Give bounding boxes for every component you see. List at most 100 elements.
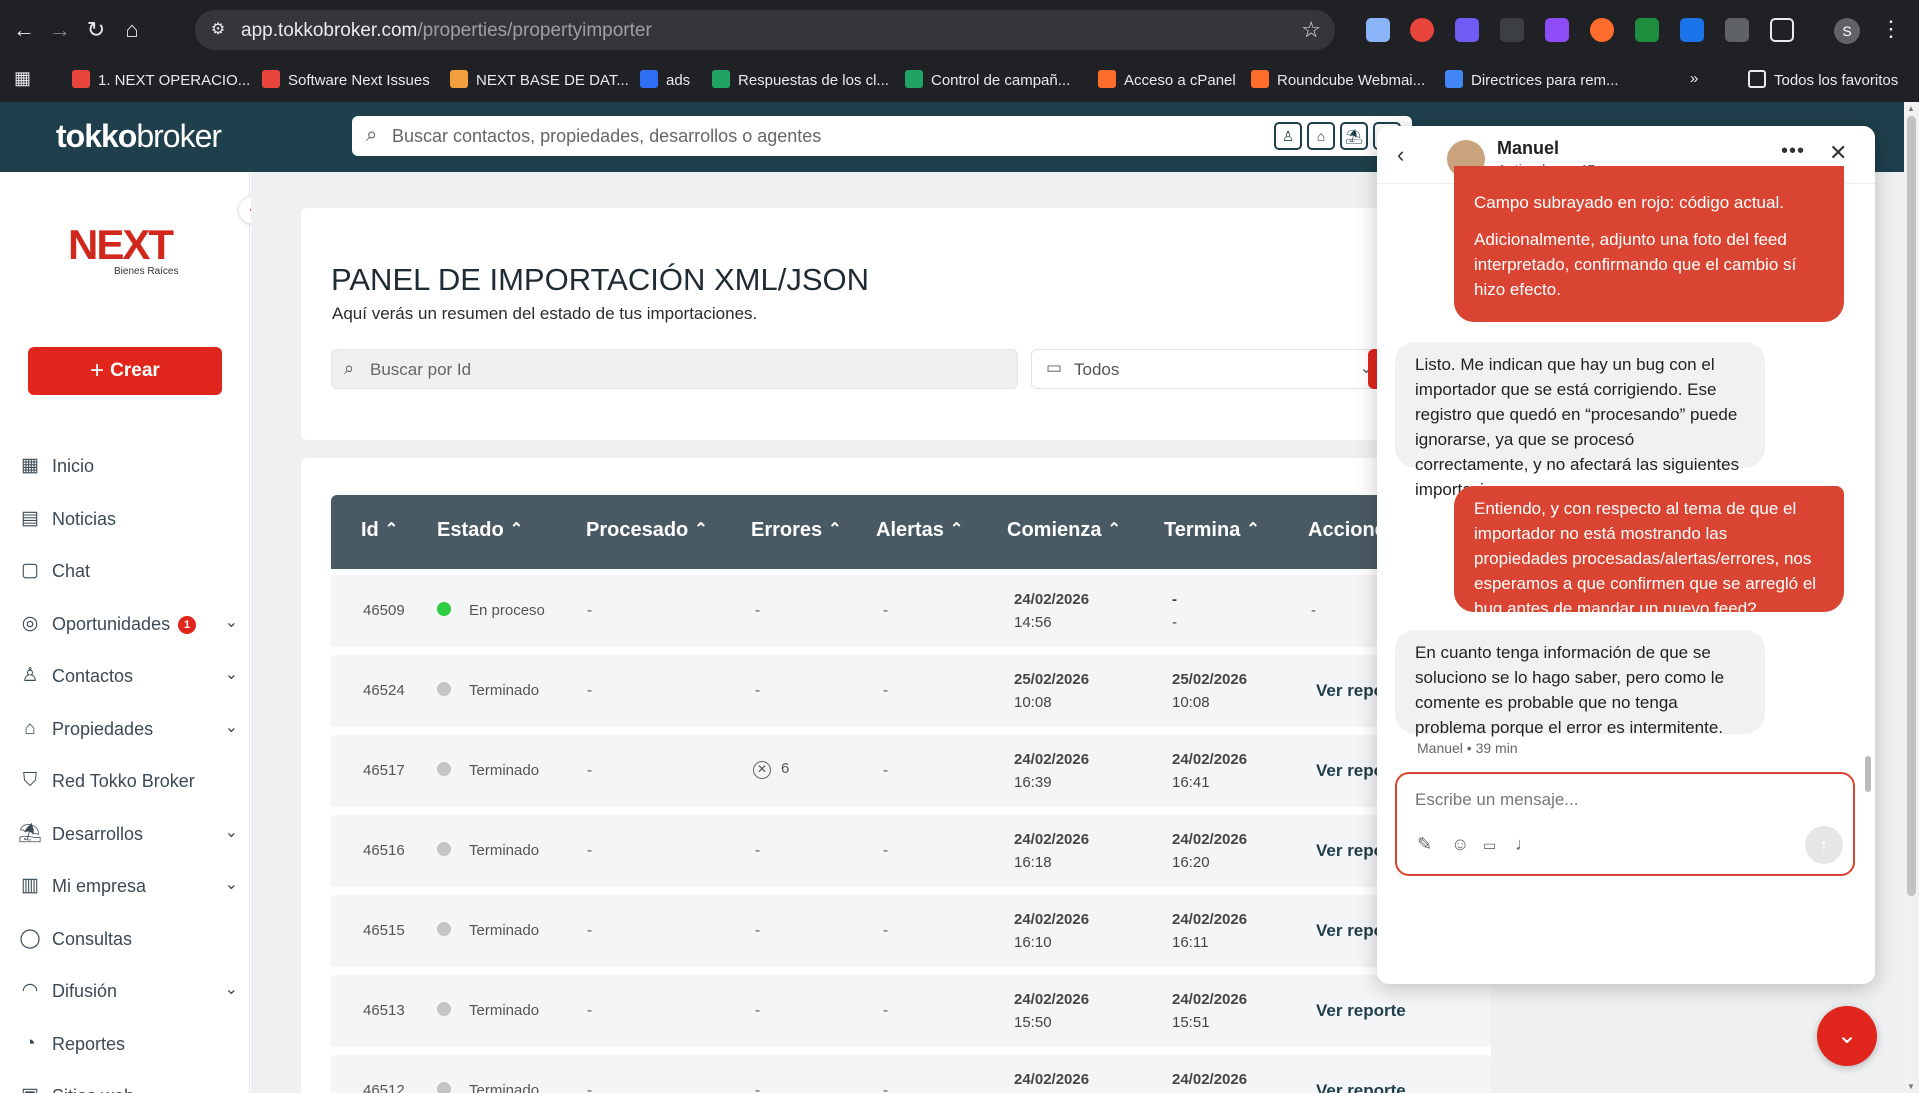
minimize-chat-chevron-icon[interactable]: ⌄ — [1817, 1006, 1877, 1066]
create-button[interactable]: + Crear — [28, 347, 222, 395]
sort-caret-icon[interactable]: ⌃ — [828, 521, 841, 538]
column-header-procesado[interactable]: Procesado ⌃ — [586, 519, 708, 542]
more-options-icon[interactable]: ••• — [1781, 140, 1805, 163]
apps-grid-icon[interactable]: ▦ — [14, 68, 31, 89]
chevron-down-icon[interactable]: ⌄ — [225, 874, 238, 894]
page-scrollbar[interactable]: ▲ ▼ — [1904, 102, 1919, 1093]
chevron-down-icon[interactable]: ⌄ — [225, 717, 238, 737]
search-developments-filter-icon[interactable]: ⛱ — [1340, 122, 1368, 150]
scroll-down-arrow-icon[interactable]: ▼ — [1907, 1082, 1915, 1091]
sidebar-item-noticias[interactable]: ▤ Noticias — [18, 505, 238, 535]
sort-caret-icon[interactable]: ⌃ — [1107, 521, 1120, 538]
table-row[interactable]: 46509 En proceso - - -24/02/2026 14:56- - - — [331, 575, 1491, 647]
gif-icon[interactable]: ▭ — [1483, 837, 1496, 854]
bookmark-item[interactable]: Acceso a cPanel — [1098, 70, 1236, 89]
chevron-down-icon[interactable]: ⌄ — [225, 612, 238, 632]
extension-icon-2[interactable] — [1410, 18, 1434, 42]
page-scrollbar-thumb[interactable] — [1907, 116, 1916, 896]
chevron-down-icon[interactable]: ⌄ — [225, 979, 238, 999]
forward-arrow-icon[interactable]: → — [44, 14, 76, 46]
bookmark-item[interactable]: Directrices para rem... — [1445, 70, 1619, 89]
back-arrow-icon[interactable]: ← — [8, 14, 40, 46]
id-search-input[interactable]: ⌕ Buscar por Id — [331, 349, 1018, 389]
extension-icon-8[interactable] — [1680, 18, 1704, 42]
address-bar[interactable]: ⚙ app.tokkobroker.com/properties/propert… — [195, 10, 1335, 50]
table-row[interactable]: 46513 Terminado - - -24/02/2026 15:50 24/02/20… — [331, 975, 1491, 1047]
bookmark-item[interactable]: Control de campañ... — [905, 70, 1070, 89]
view-report-link[interactable]: Ver reporte — [1316, 1001, 1406, 1021]
chat-scrollbar-thumb[interactable] — [1865, 756, 1871, 792]
message-input[interactable] — [1415, 790, 1835, 810]
microphone-icon[interactable]: ♩ — [1515, 834, 1533, 855]
sort-caret-icon[interactable]: ⌃ — [510, 521, 523, 538]
sidebar-item-difusión[interactable]: ◠ Difusión ⌄ — [18, 977, 238, 1007]
sidebar-item-mi-empresa[interactable]: ▥ Mi empresa ⌄ — [18, 872, 238, 902]
sidebar-item-consultas[interactable]: ◯ Consultas — [18, 925, 238, 955]
extension-icon-5[interactable] — [1545, 18, 1569, 42]
column-header-errores[interactable]: Errores ⌃ — [751, 519, 842, 542]
all-bookmarks-folder[interactable]: Todos los favoritos — [1748, 70, 1898, 89]
view-report-link[interactable]: Ver reporte — [1316, 1081, 1406, 1093]
table-row[interactable]: 46515 Terminado - - -24/02/2026 16:10 24/02/20… — [331, 895, 1491, 967]
sort-caret-icon[interactable]: ⌃ — [950, 521, 963, 538]
extensions-puzzle-icon[interactable] — [1770, 18, 1794, 42]
sidebar-item-chat[interactable]: ▢ Chat — [18, 557, 238, 587]
search-properties-filter-icon[interactable]: ⌂ — [1307, 122, 1335, 150]
sort-caret-icon[interactable]: ⌃ — [1246, 521, 1259, 538]
extension-icon-6[interactable] — [1590, 18, 1614, 42]
bookmark-item[interactable]: 1. NEXT OPERACIO... — [72, 70, 250, 89]
column-header-termina[interactable]: Termina ⌃ — [1164, 519, 1260, 542]
table-row[interactable]: 46517 Terminado - ✕ 6-24/02/2026 16:39 24/02/2… — [331, 735, 1491, 807]
column-header-comienza[interactable]: Comienza ⌃ — [1007, 519, 1121, 542]
search-contacts-filter-icon[interactable]: ♙ — [1274, 122, 1302, 150]
table-row[interactable]: 46524 Terminado - - -25/02/2026 10:08 25/02/20… — [331, 655, 1491, 727]
sort-caret-icon[interactable]: ⌃ — [694, 521, 707, 538]
bookmark-item[interactable]: NEXT BASE DE DAT... — [450, 70, 629, 89]
emoji-icon[interactable]: ☺ — [1451, 834, 1469, 855]
extension-icon-7[interactable] — [1635, 18, 1659, 42]
chevron-left-icon[interactable]: ‹ — [1397, 142, 1404, 168]
sort-caret-icon[interactable]: ⌃ — [385, 521, 398, 538]
bookmark-item[interactable]: ads — [640, 70, 690, 89]
extension-icon-3[interactable] — [1455, 18, 1479, 42]
send-button[interactable]: ↑ — [1805, 826, 1843, 864]
home-icon[interactable]: ⌂ — [116, 14, 148, 46]
sidebar-item-oportunidades[interactable]: ◎ Oportunidades 1 ⌄ — [18, 610, 238, 640]
sidebar-item-red-tokko-broker[interactable]: ⛉ Red Tokko Broker — [18, 767, 238, 797]
extension-icon-4[interactable] — [1500, 18, 1524, 42]
table-row[interactable]: 46516 Terminado - - -24/02/2026 16:18 24/02/20… — [331, 815, 1491, 887]
scroll-up-arrow-icon[interactable]: ▲ — [1907, 104, 1915, 113]
status-filter-select[interactable]: ▭ Todos ⌄ — [1031, 349, 1388, 389]
global-search[interactable]: ⌕ Buscar contactos, propiedades, desarro… — [352, 116, 1412, 156]
bookmark-label: Software Next Issues — [288, 72, 430, 89]
cell-errors: - — [755, 682, 760, 699]
sidebar-item-sitios-web[interactable]: ▣ Sitios web — [18, 1082, 238, 1093]
create-button-label: Crear — [110, 360, 160, 381]
reload-icon[interactable]: ↻ — [80, 14, 112, 46]
sidebar-item-reportes[interactable]: ◔ Reportes — [18, 1030, 238, 1060]
site-settings-icon[interactable]: ⚙ — [207, 19, 229, 41]
bookmark-item[interactable]: Software Next Issues — [262, 70, 430, 89]
bookmark-item[interactable]: Roundcube Webmai... — [1251, 70, 1425, 89]
sidebar-item-inicio[interactable]: ▦ Inicio — [18, 452, 238, 482]
eyedropper-icon[interactable] — [1725, 18, 1749, 42]
sidebar-item-propiedades[interactable]: ⌂ Propiedades ⌄ — [18, 715, 238, 745]
bookmarks-overflow[interactable]: » — [1690, 70, 1698, 87]
tokko-logo[interactable]: tokkobroker — [56, 118, 222, 155]
sidebar-item-contactos[interactable]: ♙ Contactos ⌄ — [18, 662, 238, 692]
profile-avatar[interactable]: S — [1834, 18, 1860, 44]
table-row[interactable]: 46512 Terminado - - - 24/02/2026 24/02/2026 Ver… — [331, 1055, 1491, 1093]
attach-paperclip-icon[interactable]: ✎ — [1417, 834, 1432, 855]
column-header-alertas[interactable]: Alertas ⌃ — [876, 519, 963, 542]
bookmark-star-icon[interactable]: ☆ — [1301, 17, 1321, 43]
chevron-down-icon[interactable]: ⌄ — [225, 664, 238, 684]
column-header-estado[interactable]: Estado ⌃ — [437, 519, 523, 542]
browser-menu-icon[interactable]: ⋮ — [1880, 16, 1902, 42]
chat-scrollbar[interactable] — [1865, 196, 1871, 816]
extension-icon-1[interactable] — [1366, 18, 1390, 42]
bookmark-item[interactable]: Respuestas de los cl... — [712, 70, 889, 89]
sidebar-item-desarrollos[interactable]: ⛱ Desarrollos ⌄ — [18, 820, 238, 850]
chevron-down-icon[interactable]: ⌄ — [225, 822, 238, 842]
close-icon[interactable]: ✕ — [1829, 140, 1847, 166]
column-header-id[interactable]: Id ⌃ — [361, 519, 398, 542]
